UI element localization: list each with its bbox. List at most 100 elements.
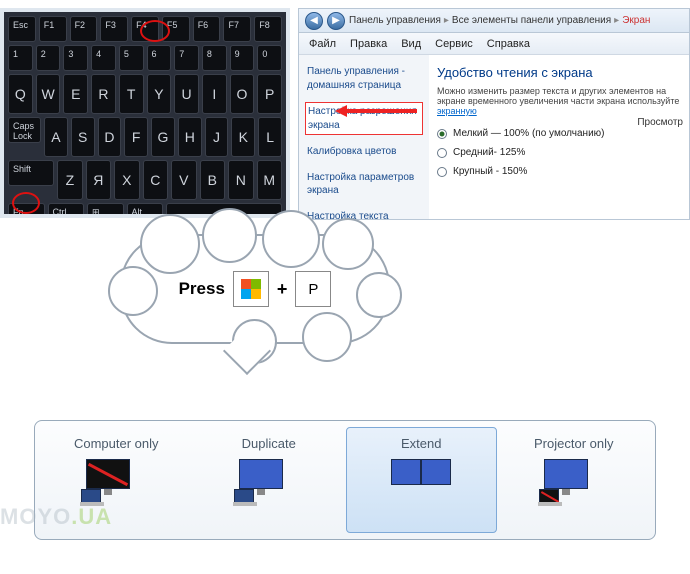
menu-view[interactable]: Вид (401, 38, 421, 50)
key-f: F (124, 117, 148, 157)
window-nav-bar: ◀ ▶ Панель управления▸ Все элементы пане… (299, 9, 689, 33)
key-f3: F3 (100, 16, 128, 42)
breadcrumb-item[interactable]: Все элементы панели управления (452, 15, 611, 26)
key-7: 7 (174, 45, 199, 71)
key-capslock: Caps Lock (8, 117, 41, 143)
highlight-f4-key (140, 20, 170, 42)
key-r: R (91, 74, 116, 114)
key-3: 3 (63, 45, 88, 71)
option-label: Extend (401, 436, 441, 451)
monitor-icon (239, 459, 299, 499)
key-e: E (63, 74, 88, 114)
key-p: P (257, 74, 282, 114)
key-win: ⊞ (87, 203, 124, 218)
radio-small[interactable] (437, 129, 447, 139)
control-panel-window: ◀ ▶ Панель управления▸ Все элементы пане… (298, 8, 690, 220)
plus-sign: + (277, 279, 288, 300)
key-n: N (228, 160, 253, 200)
project-menu: Computer only Duplicate Extend Projector… (34, 420, 656, 540)
key-z: Z (57, 160, 82, 200)
key-shift: Shift (8, 160, 54, 186)
sidebar-calibration[interactable]: Калибровка цветов (305, 143, 423, 161)
press-label: Press (179, 279, 225, 299)
page-title: Удобство чтения с экрана (437, 65, 681, 80)
menu-service[interactable]: Сервис (435, 38, 473, 50)
option-label: Duplicate (242, 436, 296, 451)
option-duplicate[interactable]: Duplicate (194, 427, 345, 533)
key-q: Q (8, 74, 33, 114)
key-9: 9 (230, 45, 255, 71)
option-projector-only[interactable]: Projector only (499, 427, 650, 533)
breadcrumb-item[interactable]: Панель управления (349, 15, 441, 26)
key-s: S (71, 117, 95, 157)
sidebar-home[interactable]: Панель управления - домашняя страница (305, 63, 423, 94)
red-arrow-annotation (345, 107, 429, 115)
key-c: C (143, 160, 168, 200)
key-5: 5 (119, 45, 144, 71)
key-f8: F8 (254, 16, 282, 42)
back-button[interactable]: ◀ (305, 12, 323, 30)
key-f6: F6 (193, 16, 221, 42)
key-f7: F7 (223, 16, 251, 42)
windows-key-icon (233, 271, 269, 307)
preview-label: Просмотр (637, 117, 683, 128)
key-u: U (174, 74, 199, 114)
key-g: G (151, 117, 175, 157)
sidebar: Панель управления - домашняя страница На… (299, 55, 429, 220)
magnifier-link[interactable]: экранную (437, 106, 477, 116)
highlight-fn-key (12, 192, 40, 214)
key-i: I (202, 74, 227, 114)
menu-bar: Файл Правка Вид Сервис Справка (299, 33, 689, 55)
monitor-icon (86, 459, 146, 499)
instruction-cloud: Press + P (120, 234, 420, 394)
key-o: O (230, 74, 255, 114)
key-f1: F1 (39, 16, 67, 42)
option-extend[interactable]: Extend (346, 427, 497, 533)
key-t: T (119, 74, 144, 114)
key-j: J (205, 117, 229, 157)
key-k: K (231, 117, 255, 157)
key-m: M (257, 160, 282, 200)
key-f2: F2 (70, 16, 98, 42)
key-d: D (98, 117, 122, 157)
main-panel: Удобство чтения с экрана Можно изменить … (429, 55, 689, 220)
keyboard-photo: EscF1F2F3F4F5F6F7F8 1234567890 QWERTYUIO… (0, 8, 290, 218)
menu-file[interactable]: Файл (309, 38, 336, 50)
key-y: Y (147, 74, 172, 114)
radio-medium-label: Средний- 125% (453, 147, 525, 158)
key-2: 2 (36, 45, 61, 71)
sidebar-cleartype[interactable]: Настройка текста ClearType (305, 208, 423, 221)
key-x: X (114, 160, 139, 200)
page-description: Можно изменить размер текста и других эл… (437, 86, 681, 116)
key-6: 6 (147, 45, 172, 71)
watermark: MOYO.UA (0, 504, 112, 530)
menu-edit[interactable]: Правка (350, 38, 387, 50)
key-0: 0 (257, 45, 282, 71)
monitor-icon (544, 459, 604, 499)
key-l: L (258, 117, 282, 157)
key-h: H (178, 117, 202, 157)
option-label: Projector only (534, 436, 613, 451)
radio-large[interactable] (437, 167, 447, 177)
menu-help[interactable]: Справка (487, 38, 530, 50)
key-ya: Я (86, 160, 111, 200)
key-esc: Esc (8, 16, 36, 42)
key-4: 4 (91, 45, 116, 71)
p-key-icon: P (295, 271, 331, 307)
radio-large-label: Крупный - 150% (453, 166, 527, 177)
radio-small-label: Мелкий — 100% (по умолчанию) (453, 128, 604, 139)
key-a: A (44, 117, 68, 157)
sidebar-params[interactable]: Настройка параметров экрана (305, 169, 423, 200)
radio-medium[interactable] (437, 148, 447, 158)
breadcrumb-item-current[interactable]: Экран (622, 15, 650, 26)
monitor-icon (391, 459, 451, 499)
key-b: B (200, 160, 225, 200)
key-ctrl: Ctrl (48, 203, 85, 218)
forward-button[interactable]: ▶ (327, 12, 345, 30)
key-1: 1 (8, 45, 33, 71)
key-w: W (36, 74, 61, 114)
breadcrumb[interactable]: Панель управления▸ Все элементы панели у… (349, 15, 650, 26)
key-v: V (171, 160, 196, 200)
option-label: Computer only (74, 436, 159, 451)
key-8: 8 (202, 45, 227, 71)
